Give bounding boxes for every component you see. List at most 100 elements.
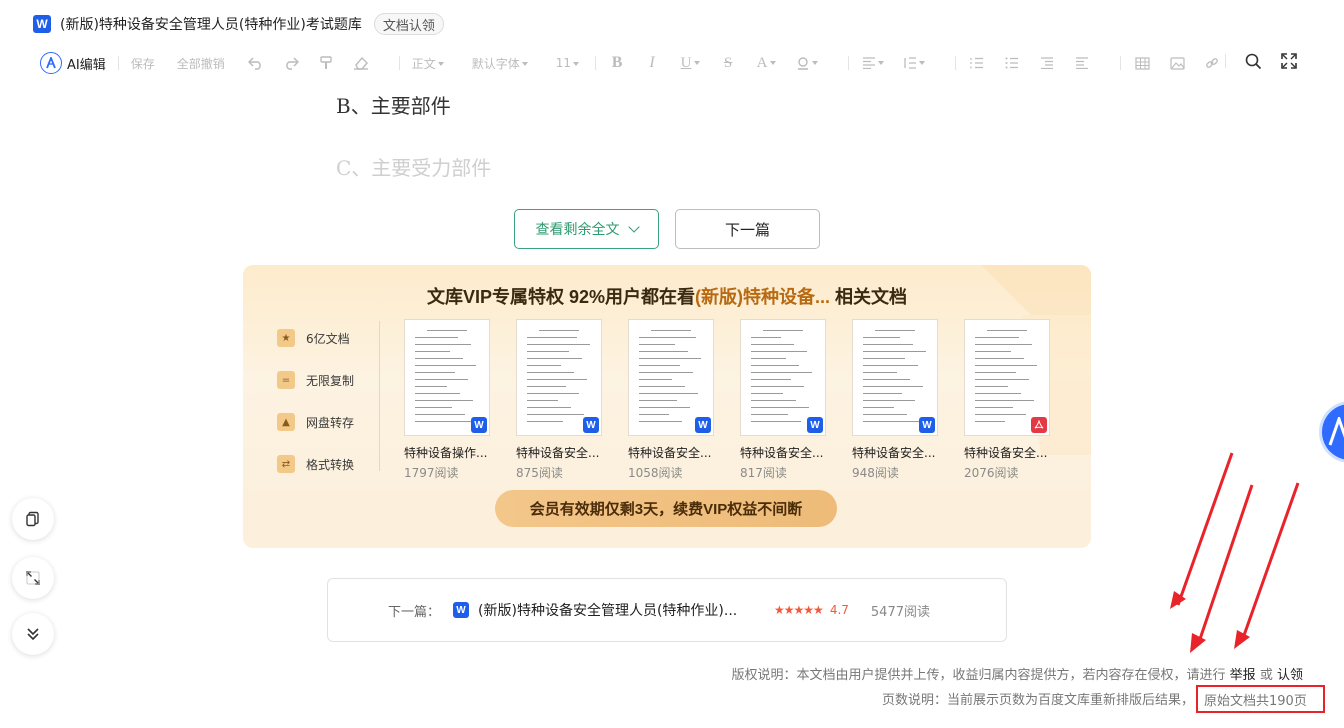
italic-icon[interactable]: I (643, 54, 661, 72)
redo-icon[interactable] (282, 54, 300, 72)
thumbnail-text-line (639, 365, 680, 366)
related-doc-card[interactable]: W 特种设备安全... 875阅读 (516, 319, 628, 481)
view-remaining-button[interactable]: 查看剩余全文 (514, 209, 659, 249)
thumbnail-text-line (863, 344, 913, 345)
word-doc-icon: W (807, 417, 823, 433)
word-doc-icon: W (583, 417, 599, 433)
word-doc-icon: W (695, 417, 711, 433)
image-icon[interactable] (1168, 54, 1186, 72)
thumbnail-text-line (863, 351, 926, 352)
related-doc-card[interactable]: W 特种设备操作... 1797阅读 (404, 319, 516, 481)
thumbnail-text-line (639, 407, 690, 408)
thumbnail-text-line (539, 330, 579, 331)
thumbnail-text-line (975, 358, 1024, 359)
thumbnail-text-line (975, 351, 1011, 352)
thumbnail-text-line (415, 372, 455, 373)
line-spacing-icon[interactable] (902, 54, 926, 72)
convert-icon: ⇄ (277, 455, 295, 473)
eraser-icon[interactable] (352, 54, 370, 72)
thumbnail-text-line (415, 365, 476, 366)
undo-icon[interactable] (247, 54, 265, 72)
thumbnail-text-line (639, 372, 693, 373)
thumbnail-text-line (751, 393, 783, 394)
thumbnail-text-line (863, 421, 920, 422)
thumbnail-text-line (975, 407, 1013, 408)
or-text: 或 (1259, 668, 1273, 683)
report-link[interactable]: 举报 (1230, 668, 1256, 683)
doc-name: 特种设备操作... (404, 446, 488, 460)
thumbnail-text-line (639, 414, 669, 415)
search-icon[interactable] (1244, 52, 1262, 70)
annotation-arrow (1176, 452, 1234, 606)
thumbnail-text-line (975, 421, 1005, 422)
doc-reads: 1797阅读 (404, 466, 459, 480)
copy-icon (26, 511, 39, 527)
thumbnail-text-line (415, 379, 468, 380)
related-doc-card[interactable]: W 特种设备安全... 948阅读 (852, 319, 964, 481)
benefit-item: ▲ 网盘转存 (277, 401, 354, 443)
copyright-text: 版权说明：本文档由用户提供并上传，收益归属内容提供方，若内容存在侵权，请进行 (731, 668, 1226, 683)
expand-float-button[interactable] (12, 557, 54, 599)
related-doc-card[interactable]: W 特种设备安全... 817阅读 (740, 319, 852, 481)
ordered-list-icon[interactable] (968, 54, 986, 72)
undo-all-button[interactable]: 全部撤销 (177, 55, 225, 72)
underline-icon[interactable]: U (678, 54, 702, 72)
caret-down-icon (878, 61, 885, 65)
benefit-item: ★ 6亿文档 (277, 317, 354, 359)
benefit-label: 6亿文档 (306, 331, 350, 346)
claim-link[interactable]: 认领 (1277, 668, 1303, 683)
related-doc-card[interactable]: 特种设备安全... 2076阅读 (964, 319, 1076, 481)
doc-reads: 948阅读 (852, 466, 899, 480)
bold-icon[interactable]: B (608, 54, 626, 72)
format-painter-icon[interactable] (317, 54, 335, 72)
related-doc-card[interactable]: W 特种设备安全... 1058阅读 (628, 319, 740, 481)
thumbnail-text-line (527, 421, 563, 422)
thumbnail-text-line (975, 379, 1029, 380)
unordered-list-icon[interactable] (1003, 54, 1021, 72)
thumbnail-text-line (975, 372, 1016, 373)
thumbnail-text-line (527, 372, 574, 373)
indent-decrease-icon[interactable] (1038, 54, 1056, 72)
indent-increase-icon[interactable] (1073, 54, 1091, 72)
font-family-dropdown[interactable]: 默认字体 (472, 55, 528, 72)
ai-logo-icon (1328, 417, 1344, 446)
next-article-reads: 5477阅读 (870, 604, 930, 620)
toolbar-right-group (1225, 52, 1298, 70)
doc-thumbnail: W (404, 319, 490, 436)
thumbnail-text-line (639, 421, 682, 422)
strikethrough-icon[interactable]: S (719, 54, 737, 72)
thumbnail-text-line (863, 386, 923, 387)
doc-name: 特种设备安全... (964, 446, 1048, 460)
doc-reads: 817阅读 (740, 466, 787, 480)
claim-document-button[interactable]: 文档认领 (373, 13, 444, 35)
thumbnail-text-line (527, 414, 584, 415)
highlight-icon[interactable] (795, 54, 819, 72)
fullscreen-icon[interactable] (1280, 52, 1298, 70)
toolbar-divider (1120, 56, 1122, 70)
font-color-icon[interactable]: A (754, 54, 778, 72)
thumbnail-text-line (975, 344, 1032, 345)
ai-edit-button[interactable]: AI编辑 (40, 50, 106, 76)
align-icon[interactable] (861, 54, 885, 72)
thumbnail-text-line (415, 407, 452, 408)
thumbnail-text-line (639, 386, 685, 387)
vip-renew-button[interactable]: 会员有效期仅剩3天，续费VIP权益不间断 (495, 490, 837, 527)
thumbnail-text-line (527, 379, 587, 380)
toolbar-divider (595, 56, 597, 70)
copy-float-button[interactable] (12, 498, 54, 540)
word-doc-icon: W (919, 417, 935, 433)
table-icon[interactable] (1133, 54, 1151, 72)
scroll-down-float-button[interactable] (12, 613, 54, 655)
next-article-button[interactable]: 下一篇 (675, 209, 820, 249)
ai-assistant-float-button[interactable] (1322, 404, 1344, 460)
thumbnail-text-line (975, 386, 1008, 387)
benefit-label: 格式转换 (306, 457, 355, 472)
paragraph-style-dropdown[interactable]: 正文 (412, 55, 444, 72)
font-size-dropdown[interactable]: 11 (556, 56, 580, 70)
doc-thumbnail: W (516, 319, 602, 436)
caret-down-icon (437, 62, 444, 66)
link-icon[interactable] (1203, 54, 1221, 72)
view-remaining-label: 查看剩余全文 (535, 222, 620, 238)
next-article-card[interactable]: 下一篇： W (新版)特种设备安全管理人员(特种作业)... ★★★★★ 4.7… (327, 578, 1007, 642)
save-button[interactable]: 保存 (131, 55, 155, 72)
